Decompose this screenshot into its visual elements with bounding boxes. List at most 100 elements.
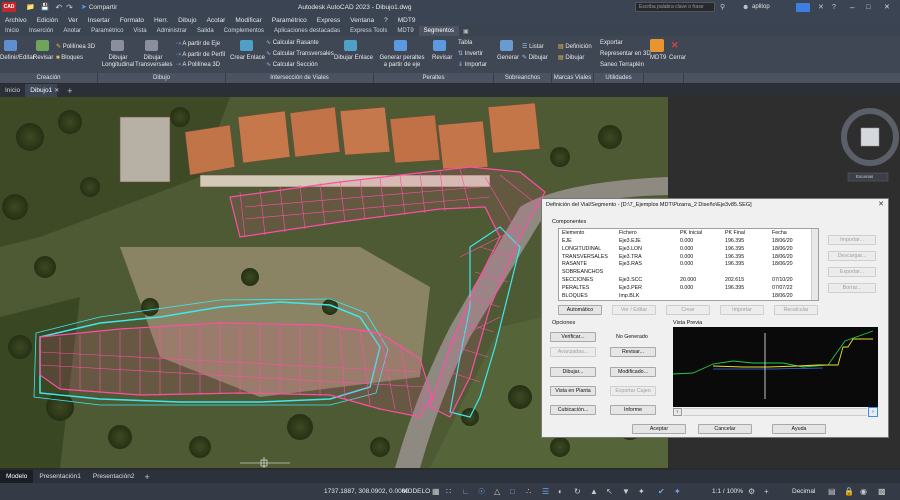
create-link-icon[interactable] xyxy=(240,40,253,51)
tab-aplicaciones[interactable]: Aplicaciones destacadas xyxy=(269,28,345,34)
grid-icon[interactable]: ▦ xyxy=(432,487,440,496)
from-axis-button[interactable]: ⇢ A partir de Eje xyxy=(176,41,220,48)
calc-section-button[interactable]: ∿ Calcular Sección xyxy=(266,62,318,69)
menu-insertar[interactable]: Insertar xyxy=(83,17,115,24)
user-name[interactable]: aplitop xyxy=(752,4,770,10)
create-link-button[interactable]: Crear Enlace xyxy=(230,55,265,62)
auto-scale-icon[interactable]: ✦ xyxy=(674,487,681,496)
markings-definition-button[interactable]: ▤ Definición xyxy=(558,44,592,51)
snap-icon[interactable]: ∷ xyxy=(446,487,451,496)
menu-modificar[interactable]: Modificar xyxy=(230,17,266,24)
table-cell[interactable]: Eje3.RAS xyxy=(619,261,642,268)
delete-component-button[interactable]: Borrar... xyxy=(828,283,876,293)
layout-tab-presentacion1[interactable]: Presentación1 xyxy=(33,470,87,483)
draw-link-button[interactable]: Dibujar Enlace xyxy=(334,55,373,62)
exchange-icon[interactable]: ✕ xyxy=(818,3,824,11)
close-icon[interactable]: ✕ xyxy=(884,3,890,11)
plan-view-button[interactable]: Vista en Planta xyxy=(550,386,596,396)
invert-button[interactable]: ⇅ Invertir xyxy=(458,51,483,58)
report-button[interactable]: Informe xyxy=(610,405,656,415)
review-options-button[interactable]: Revisar... xyxy=(610,347,656,357)
generate-cant-button[interactable]: Generar peraltes a partir de eje xyxy=(378,55,426,69)
annotation-scale[interactable]: 1:1 / 100% xyxy=(712,488,743,495)
units-display[interactable]: Decimal xyxy=(792,488,815,495)
table-cell[interactable]: RASANTE xyxy=(562,261,587,268)
layout-tab-presentacion2[interactable]: Presentación2 xyxy=(87,470,141,483)
automatic-button[interactable]: Automático xyxy=(558,305,602,315)
table-cell[interactable]: BLOQUES xyxy=(562,293,588,300)
table-cell[interactable]: 0.000 xyxy=(680,285,693,292)
draw-transversal-icon[interactable] xyxy=(145,40,158,51)
import-button[interactable]: ⇓ Importar xyxy=(458,62,487,69)
recalculate-button[interactable]: Recalcular xyxy=(774,305,818,315)
polyline-3d-button[interactable]: ✎ Polilínea 3D xyxy=(56,44,95,51)
table-cell[interactable]: 0.000 xyxy=(680,246,693,253)
define-edit-button[interactable]: Definir/Editar xyxy=(0,55,35,62)
minimize-icon[interactable]: – xyxy=(850,3,854,12)
to-polyline-3d-button[interactable]: ⇢ A Polilínea 3D xyxy=(176,62,220,69)
table-cell[interactable]: 0.000 xyxy=(680,238,693,245)
table-cell[interactable]: 20.000 xyxy=(680,277,696,284)
render-3d-button[interactable]: Representar en 3D xyxy=(600,51,651,58)
lock-ui-icon[interactable]: 🔒 xyxy=(844,487,854,496)
draw-transversal-button[interactable]: Dibujar Transversales xyxy=(135,55,172,69)
table-cell[interactable]: 196.395 xyxy=(725,246,744,253)
selection-filter-icon[interactable]: ▼ xyxy=(622,487,630,496)
table-cell[interactable]: 0.000 xyxy=(680,254,693,261)
menu-acotar[interactable]: Acotar xyxy=(202,17,231,24)
doc-tab-dibujo1[interactable]: Dibujo1 xyxy=(25,84,58,97)
verify-button[interactable]: Verificar... xyxy=(550,332,596,342)
tab-salida[interactable]: Salida xyxy=(192,28,219,34)
table-cell[interactable]: SOBREANCHOS xyxy=(562,269,603,276)
table-cell[interactable]: 18/06/20 xyxy=(772,246,793,253)
table-cell[interactable]: 07/07/22 xyxy=(772,285,793,292)
table-cell[interactable]: PERALTES xyxy=(562,285,589,292)
blocks-button[interactable]: ■ Bloques xyxy=(56,55,83,62)
table-cell[interactable]: 18/06/20 xyxy=(772,293,793,300)
preview-scroll-right[interactable]: › xyxy=(868,407,878,417)
table-cell[interactable]: Eje3.LON xyxy=(619,246,642,253)
table-cell[interactable]: Eje3.EJE xyxy=(619,238,641,245)
help-button[interactable]: Ayuda xyxy=(772,424,826,434)
draw-widening-button[interactable]: ✎ Dibujar xyxy=(522,55,548,62)
new-tab-icon[interactable]: + xyxy=(67,86,72,96)
table-scrollbar[interactable] xyxy=(811,229,818,300)
share-button[interactable]: Compartir xyxy=(89,4,118,11)
col-header-fichero[interactable]: Fichero xyxy=(619,230,637,237)
table-cell[interactable]: LONGITUDINAL xyxy=(562,246,601,253)
model-space-toggle[interactable]: MODELO xyxy=(402,488,430,495)
table-cell[interactable]: 196.395 xyxy=(725,285,744,292)
menu-herr[interactable]: Herr. xyxy=(149,17,173,24)
table-button[interactable]: Tabla xyxy=(458,40,472,47)
calc-transversales-button[interactable]: ∿ Calcular Transversales xyxy=(266,51,334,58)
generate-widening-button[interactable]: Generar xyxy=(497,55,519,62)
selection-cycling-icon[interactable]: ↻ xyxy=(574,487,581,496)
generate-cant-icon[interactable] xyxy=(394,40,407,51)
app-logo[interactable]: CAD xyxy=(2,2,16,12)
osnap-tracking-icon[interactable]: ∴ xyxy=(526,487,531,496)
col-header-fecha[interactable]: Fecha xyxy=(772,230,787,237)
tab-inicio[interactable]: Inicio xyxy=(0,28,24,34)
mdt9-button[interactable]: MDT9 xyxy=(650,55,666,62)
user-icon[interactable]: ☻ xyxy=(742,4,749,11)
cart-icon[interactable] xyxy=(796,3,810,12)
layout-tab-modelo[interactable]: Modelo xyxy=(0,470,34,483)
draw-longitudinal-icon[interactable] xyxy=(111,40,124,51)
annotation-visibility-icon[interactable]: ✔ xyxy=(658,487,665,496)
tab-express-tools[interactable]: Express Tools xyxy=(345,28,392,34)
3d-osnap-icon[interactable]: ▲ xyxy=(590,487,598,496)
polar-icon[interactable]: ☉ xyxy=(478,487,485,496)
lineweight-icon[interactable]: ☰ xyxy=(542,487,549,496)
gizmo-icon[interactable]: ✦ xyxy=(638,487,645,496)
search-icon[interactable]: ⚲ xyxy=(720,3,725,11)
object-snap-icon[interactable]: □ xyxy=(510,487,515,496)
tab-insercion[interactable]: Inserción xyxy=(24,28,58,34)
restore-icon[interactable]: □ xyxy=(866,4,870,11)
export-cajeo-button[interactable]: Exportar Cajeo xyxy=(610,386,656,396)
advanced-button[interactable]: Avanzadas... xyxy=(550,347,596,357)
tab-complementos[interactable]: Complementos xyxy=(219,28,269,34)
tab-administrar[interactable]: Administrar xyxy=(152,28,192,34)
col-header-pk-final[interactable]: PK Final xyxy=(725,230,745,237)
review-button[interactable]: Revisar xyxy=(33,55,53,62)
menu-archivo[interactable]: Archivo xyxy=(0,17,32,24)
